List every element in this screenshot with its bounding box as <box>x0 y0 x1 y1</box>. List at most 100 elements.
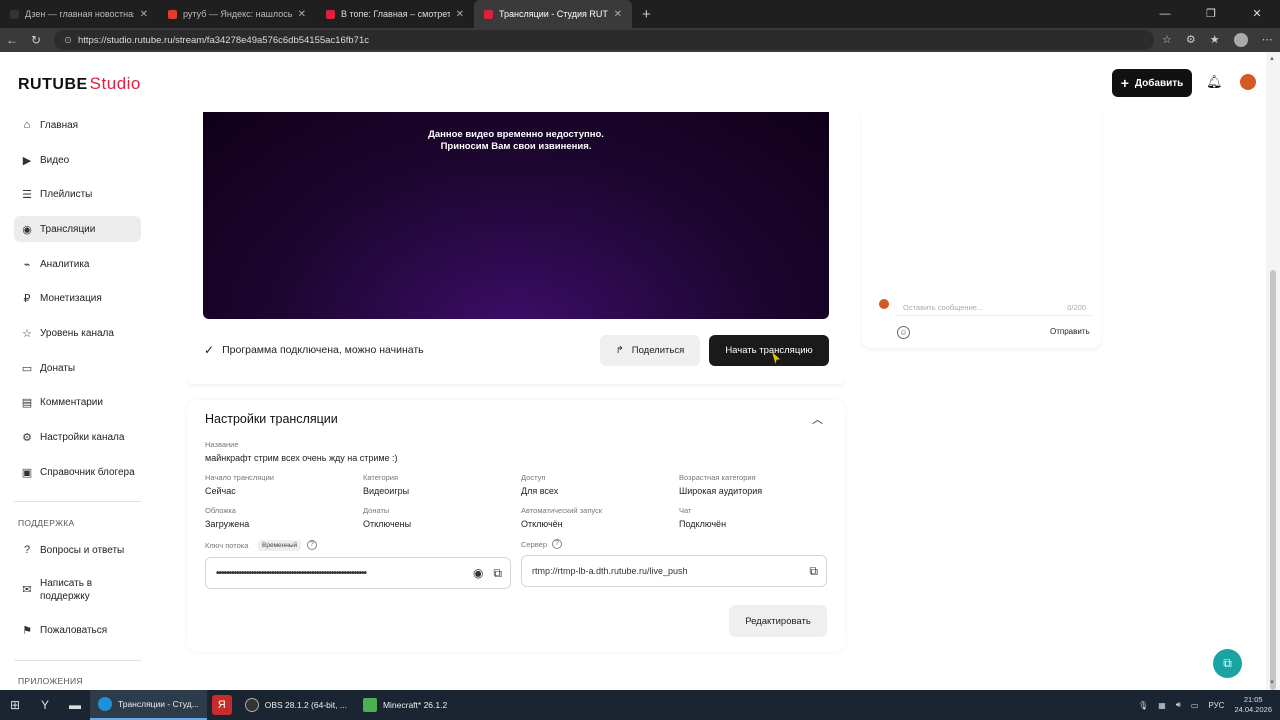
favorites-icon[interactable]: ★ <box>1210 33 1220 47</box>
logo-main-text: RUTUBE <box>18 76 88 93</box>
sidebar-item-broadcasts[interactable]: ◉ Трансляции <box>14 216 141 242</box>
browser-tab[interactable]: рутуб — Яндекс: нашлось 5 тыс ✕ <box>158 0 316 28</box>
scroll-down-icon[interactable]: ▼ <box>1269 680 1275 686</box>
battery-icon[interactable]: ▭ <box>1191 701 1199 710</box>
address-bar: ← ↻ ⊙ https://studio.rutube.ru/stream/fa… <box>0 28 1280 52</box>
server-label: Сервер <box>521 540 548 549</box>
edit-button[interactable]: Редактировать <box>729 605 827 637</box>
help-icon[interactable]: ? <box>552 539 562 549</box>
stream-status: ✓ Программа подключена, можно начинать <box>204 343 424 357</box>
player-card-edge <box>187 378 845 384</box>
category-label: Категория <box>363 473 399 482</box>
taskbar-app-label: OBS 28.1.2 (64-bit, ... <box>264 700 347 710</box>
close-icon[interactable]: ✕ <box>614 9 622 20</box>
mail-icon: ✉ <box>22 583 32 596</box>
windows-taskbar: ⊞ Y ▬ Трансляции - Студ... Я OBS 28.1.2 … <box>0 690 1280 720</box>
stream-key-value: ••••••••••••••••••••••••••••••••••••••••… <box>216 567 367 579</box>
emoji-icon[interactable]: ☺ <box>897 326 910 339</box>
stream-status-text: Программа подключена, можно начинать <box>222 344 424 356</box>
chat-send-button[interactable]: Отправить <box>1050 327 1090 336</box>
maximize-icon[interactable]: ❐ <box>1188 0 1234 28</box>
avatar[interactable] <box>1240 74 1256 90</box>
chevron-up-icon[interactable]: ︿ <box>812 411 823 427</box>
site-info-icon[interactable]: ⊙ <box>64 35 72 46</box>
eye-icon[interactable]: ◉ <box>473 566 483 581</box>
sidebar-item-home[interactable]: ⌂ Главная <box>14 112 141 138</box>
bookmark-star-icon[interactable]: ☆ <box>1162 33 1172 47</box>
avatar <box>879 299 889 309</box>
server-field[interactable]: rtmp://rtmp-lb-a.dth.rutube.ru/live_push… <box>521 555 827 587</box>
page-scrollbar[interactable]: ▲ ▼ <box>1266 52 1280 690</box>
browser-tab-active[interactable]: Трансляции - Студия RUTUBE ✕ <box>474 0 632 28</box>
taskbar-app-minecraft[interactable]: Minecraft* 26.1.2 <box>355 690 455 720</box>
tab-title: рутуб — Яндекс: нашлось 5 тыс <box>183 9 292 19</box>
support-chat-icon[interactable]: ⧉ <box>1213 649 1242 678</box>
close-icon[interactable]: ✕ <box>456 9 464 20</box>
reload-icon[interactable]: ↻ <box>24 33 48 47</box>
microphone-icon[interactable]: 🎙︎ <box>1138 701 1148 710</box>
sidebar-item-playlists[interactable]: ☰ Плейлисты <box>14 181 141 207</box>
windows-start-icon[interactable]: ⊞ <box>0 690 30 720</box>
donates-value: Отключены <box>363 519 412 529</box>
sidebar-item-monetization[interactable]: ₽ Монетизация <box>14 285 141 311</box>
copy-icon[interactable]: ⧉ <box>493 566 502 581</box>
yandex-icon[interactable]: Я <box>211 695 232 715</box>
sidebar-item-video[interactable]: ▶ Видео <box>14 147 141 173</box>
sidebar-item-label: Настройки канала <box>40 431 125 443</box>
sidebar-item-label: Пожаловаться <box>40 624 108 636</box>
chat-message-input[interactable]: Оставить сообщение... 0/200 <box>896 300 1092 316</box>
file-explorer-icon[interactable]: ▬ <box>60 690 90 720</box>
sidebar-item-comments[interactable]: ▤ Комментарии <box>14 389 141 415</box>
sidebar-item-label: Написать в поддержку <box>40 578 93 602</box>
sidebar-item-contact-support[interactable]: ✉ Написать в поддержку <box>14 575 134 605</box>
close-icon[interactable]: ✕ <box>298 9 306 20</box>
settings-icon: ⚙ <box>22 431 32 444</box>
volume-icon[interactable]: 🔊︎ <box>1176 700 1181 710</box>
home-icon: ⌂ <box>23 119 31 131</box>
sidebar-item-faq[interactable]: ? Вопросы и ответы <box>14 537 141 563</box>
analytics-icon: ⌁ <box>23 258 31 271</box>
new-tab-icon[interactable]: + <box>642 6 651 23</box>
taskbar-app-obs[interactable]: OBS 28.1.2 (64-bit, ... <box>237 690 355 720</box>
help-icon[interactable]: ? <box>307 540 317 550</box>
sidebar-item-channel-level[interactable]: ☆ Уровень канала <box>14 320 141 346</box>
video-player[interactable]: Данное видео временно недоступно. Принос… <box>203 112 829 319</box>
sidebar-item-label: Плейлисты <box>40 188 93 200</box>
sidebar-item-analytics[interactable]: ⌁ Аналитика <box>14 251 141 277</box>
add-button[interactable]: + Добавить <box>1112 69 1192 97</box>
profile-icon[interactable] <box>1233 33 1248 47</box>
scrollbar-thumb[interactable] <box>1270 270 1276 690</box>
minimize-icon[interactable]: — <box>1142 0 1188 28</box>
sidebar-divider <box>14 501 141 502</box>
browser-tab[interactable]: Дзен — главная новостная инф ✕ <box>0 0 158 28</box>
studio-logo[interactable]: RUTUBE Studio <box>18 74 141 94</box>
sidebar-item-report[interactable]: ⚑ Пожаловаться <box>14 617 141 643</box>
extensions-icon[interactable]: ⚙ <box>1186 33 1196 47</box>
close-icon[interactable]: ✕ <box>140 9 148 20</box>
language-indicator[interactable]: РУС <box>1208 701 1224 710</box>
copy-icon[interactable]: ⧉ <box>809 564 818 579</box>
age-value: Широкая аудитория <box>679 486 763 496</box>
tab-title: Трансляции - Студия RUTUBE <box>499 9 608 19</box>
browser-tab[interactable]: В топе: Главная – смотреть онлай ✕ <box>316 0 474 28</box>
close-window-icon[interactable]: ✕ <box>1234 0 1280 28</box>
sidebar-item-donates[interactable]: ▭ Донаты <box>14 355 141 381</box>
start-stream-button[interactable]: Начать трансляцию <box>709 335 829 366</box>
scroll-up-icon[interactable]: ▲ <box>1269 56 1275 62</box>
menu-icon[interactable]: ⋯ <box>1262 33 1273 47</box>
url-field[interactable]: ⊙ https://studio.rutube.ru/stream/fa3427… <box>54 30 1154 50</box>
category-value: Видеоигры <box>363 486 410 496</box>
yandex-browser-icon[interactable]: Y <box>30 690 60 720</box>
stream-key-field[interactable]: ••••••••••••••••••••••••••••••••••••••••… <box>205 557 511 589</box>
share-button[interactable]: ↱ Поделиться <box>600 335 700 366</box>
notifications-bell-icon[interactable]: 🔔︎ <box>1206 74 1223 90</box>
network-icon[interactable]: ▦ <box>1158 701 1166 710</box>
settings-title: Настройки трансляции <box>205 412 338 426</box>
player-message-line: Приносим Вам свои извинения. <box>440 141 592 152</box>
sidebar-item-channel-settings[interactable]: ⚙ Настройки канала <box>14 424 141 450</box>
back-icon[interactable]: ← <box>0 33 24 47</box>
tab-favicon-icon <box>168 9 177 19</box>
taskbar-app-browser[interactable]: Трансляции - Студ... <box>90 690 207 720</box>
sidebar-item-guide[interactable]: ▣ Справочник блогера <box>14 459 141 485</box>
clock[interactable]: 21:05 24.04.2026 <box>1234 695 1272 715</box>
